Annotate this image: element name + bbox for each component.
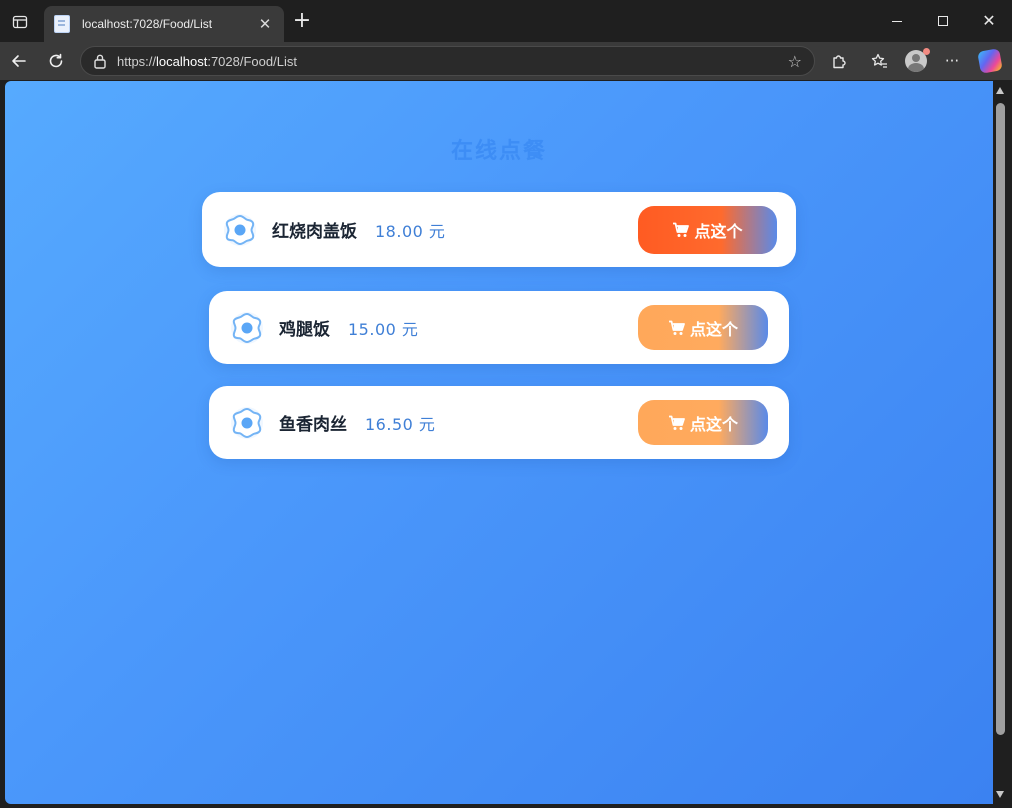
order-button-label: 点这个 [689, 319, 738, 339]
puzzle-icon [833, 55, 846, 69]
back-arrow-icon [12, 55, 26, 67]
tab-close-icon[interactable]: ✕ [256, 15, 274, 33]
minimize-button[interactable] [874, 8, 920, 34]
tab-bar: localhost:7028/Food/List ✕ + ✕ [0, 0, 1012, 42]
url-scheme: https:// [117, 53, 157, 69]
browser-window: localhost:7028/Food/List ✕ + ✕ https://l… [0, 0, 1012, 808]
notification-dot [923, 48, 930, 55]
cart-icon [668, 320, 685, 335]
new-tab-button[interactable]: + [290, 10, 314, 34]
food-name: 鱼香肉丝 [279, 415, 347, 435]
close-icon: ✕ [982, 11, 996, 30]
extensions-button[interactable] [826, 49, 852, 73]
lock-icon [94, 54, 106, 69]
food-price: 18.00 元 [375, 221, 446, 241]
url-host: localhost [156, 53, 208, 69]
food-card: 鸡腿饭 15.00 元 点这个 [209, 291, 789, 364]
food-name: 鸡腿饭 [279, 320, 330, 340]
active-tab[interactable]: localhost:7028/Food/List ✕ [44, 6, 284, 42]
copilot-button[interactable] [977, 48, 1003, 74]
reload-icon [49, 53, 63, 68]
page-viewport: 在线点餐 红烧肉盖饭 18.00 元 点这个 鸡腿饭 15.00 元 点这个 鱼… [5, 81, 993, 804]
vertical-scrollbar[interactable] [993, 81, 1008, 804]
food-price: 15.00 元 [348, 319, 419, 339]
order-button-label: 点这个 [689, 414, 738, 434]
food-price: 16.50 元 [365, 414, 436, 434]
scrollbar-thumb[interactable] [996, 103, 1005, 735]
page-title: 在线点餐 [450, 139, 547, 164]
order-button[interactable]: 点这个 [638, 305, 768, 350]
navigation-bar: https://localhost:7028/Food/List ☆ ··· [0, 42, 1012, 80]
scroll-up-arrow-icon[interactable] [996, 87, 1004, 94]
order-button[interactable]: 点这个 [638, 400, 768, 445]
page-favicon-icon [54, 15, 70, 33]
food-flower-icon [229, 310, 265, 346]
order-button[interactable]: 点这个 [638, 205, 777, 254]
maximize-icon [938, 16, 948, 26]
back-button[interactable] [6, 48, 32, 74]
address-bar[interactable]: https://localhost:7028/Food/List ☆ [80, 46, 815, 76]
url-text[interactable]: https://localhost:7028/Food/List [117, 54, 788, 69]
more-menu-button[interactable]: ··· [939, 49, 965, 73]
cart-icon [673, 222, 690, 237]
copilot-icon [977, 48, 1003, 74]
cart-icon [668, 415, 685, 430]
favorites-icon [871, 53, 887, 68]
favorites-button[interactable] [866, 49, 892, 73]
profile-button[interactable] [903, 48, 930, 73]
tab-title: localhost:7028/Food/List [82, 17, 213, 31]
maximize-button[interactable] [920, 8, 966, 34]
food-name: 红烧肉盖饭 [272, 222, 357, 242]
food-card: 鱼香肉丝 16.50 元 点这个 [209, 386, 789, 459]
favorite-star-icon[interactable]: ☆ [788, 52, 802, 71]
order-button-label: 点这个 [694, 221, 743, 241]
minimize-icon [892, 20, 902, 22]
food-flower-icon [222, 212, 258, 248]
url-path: :7028/Food/List [207, 53, 297, 69]
tab-actions-icon[interactable] [8, 10, 32, 34]
reload-button[interactable] [43, 48, 69, 74]
food-card: 红烧肉盖饭 18.00 元 点这个 [202, 192, 796, 267]
food-flower-icon [229, 405, 265, 441]
close-window-button[interactable]: ✕ [966, 8, 1012, 34]
scroll-down-arrow-icon[interactable] [996, 791, 1004, 798]
